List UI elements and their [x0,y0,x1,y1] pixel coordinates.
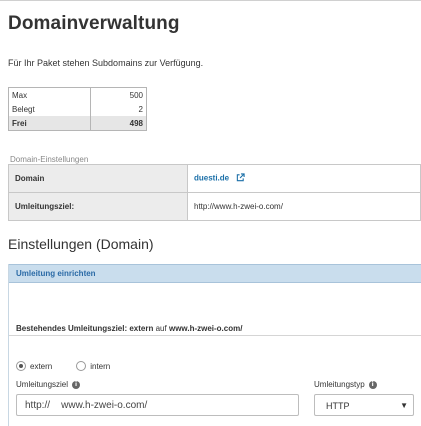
type-label-text: Umleitungstyp [314,380,365,389]
redirect-target-input[interactable]: http:// www.h-zwei-o.com/ [16,394,299,416]
panel-title: Umleitung einrichten [9,264,421,283]
quota-value: 498 [89,116,148,131]
info-icon[interactable]: i [72,380,81,389]
quota-row-max: Max 500 [8,87,148,102]
redirect-value: http://www.h-zwei-o.com/ [187,192,421,221]
quota-label: Frei [8,116,91,131]
domain-label: Domain [8,164,188,193]
info-icon[interactable]: i [368,380,377,389]
domain-link[interactable]: duesti.de [194,174,229,183]
divider [9,335,421,336]
current-redirect-target: www.h-zwei-o.com/ [168,324,243,333]
redirect-panel: Umleitung einrichten Bestehendes Umleitu… [8,264,421,426]
target-label: Umleitungsziel i [16,380,81,389]
quota-row-frei: Frei 498 [8,116,148,131]
current-redirect-auf: auf [155,324,167,333]
quota-label: Belegt [8,102,91,116]
redirect-row: Umleitungsziel: http://www.h-zwei-o.com/ [8,192,421,221]
redirect-type-value: HTTP [326,401,350,411]
redirect-target-value: http:// www.h-zwei-o.com/ [25,400,148,411]
quota-table: Max 500 Belegt 2 Frei 498 [8,87,148,131]
radio-button[interactable] [76,361,87,371]
external-link-icon[interactable] [236,173,245,184]
radio-intern-label: intern [90,361,111,371]
redirect-label: Umleitungsziel: [8,192,188,221]
target-label-text: Umleitungsziel [16,380,69,389]
radio-extern-label: extern [30,361,53,371]
radio-extern[interactable]: extern [16,361,52,371]
radio-intern[interactable]: intern [76,361,110,371]
redirect-type-select[interactable]: HTTP ▼ [314,394,414,416]
current-redirect: Bestehendes Umleitungsziel: extern auf w… [16,324,242,333]
quota-value: 2 [89,102,148,116]
domain-value-cell: duesti.de [187,164,421,193]
settings-title: Einstellungen (Domain) [8,236,154,252]
quota-row-belegt: Belegt 2 [8,102,148,116]
page-title: Domainverwaltung [8,13,180,34]
caret-down-icon: ▼ [400,401,408,410]
quota-label: Max [8,87,91,102]
current-redirect-prefix: Bestehendes Umleitungsziel: extern [16,324,154,333]
intro-text: Für Ihr Paket stehen Subdomains zur Verf… [8,58,204,68]
radio-button-checked[interactable] [16,361,26,371]
domain-settings-table: Domain duesti.de Umleitungsziel: http://… [8,164,421,221]
quota-value: 500 [89,87,148,102]
type-label: Umleitungstyp i [314,380,377,389]
redirect-mode-radios: extern intern [16,361,134,371]
top-divider [0,0,421,1]
domain-settings-legend: Domain-Einstellungen [10,155,89,164]
domain-row: Domain duesti.de [8,164,421,193]
